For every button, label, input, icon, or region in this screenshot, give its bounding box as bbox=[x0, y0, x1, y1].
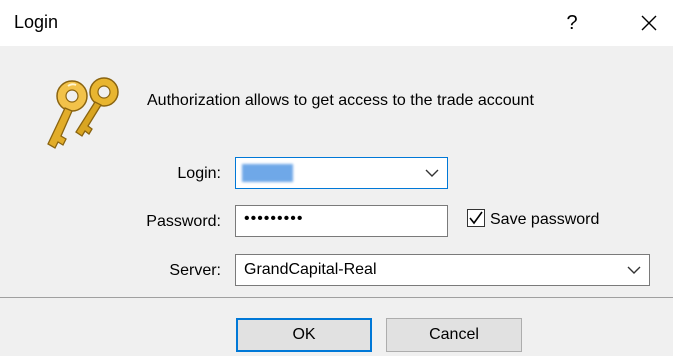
login-combobox[interactable]: 00000 bbox=[235, 157, 448, 189]
server-combobox[interactable]: GrandCapital-Real bbox=[235, 254, 650, 286]
server-label: Server: bbox=[169, 262, 221, 279]
save-password-checkbox[interactable] bbox=[467, 209, 485, 227]
login-dialog: Login ? Authorization allows to get acce… bbox=[0, 0, 673, 356]
close-icon bbox=[641, 15, 657, 31]
cancel-button[interactable]: Cancel bbox=[386, 318, 522, 352]
window-title: Login bbox=[14, 12, 59, 32]
checkmark-icon bbox=[469, 211, 483, 225]
password-field[interactable]: ••••••••• bbox=[235, 205, 448, 237]
login-label: Login: bbox=[177, 165, 221, 182]
password-value: ••••••••• bbox=[244, 210, 304, 227]
password-label: Password: bbox=[146, 213, 221, 230]
chevron-down-icon[interactable] bbox=[627, 265, 641, 275]
chevron-down-icon[interactable] bbox=[425, 168, 439, 178]
title-bar: Login ? bbox=[0, 0, 673, 46]
server-value: GrandCapital-Real bbox=[244, 261, 377, 278]
keys-icon bbox=[47, 77, 119, 149]
close-button[interactable] bbox=[630, 6, 668, 40]
info-message: Authorization allows to get access to th… bbox=[147, 92, 534, 109]
save-password-label[interactable]: Save password bbox=[490, 211, 599, 229]
help-button[interactable]: ? bbox=[555, 6, 589, 40]
divider bbox=[0, 297, 673, 298]
login-value: 00000 bbox=[242, 164, 293, 182]
ok-button[interactable]: OK bbox=[236, 318, 372, 352]
